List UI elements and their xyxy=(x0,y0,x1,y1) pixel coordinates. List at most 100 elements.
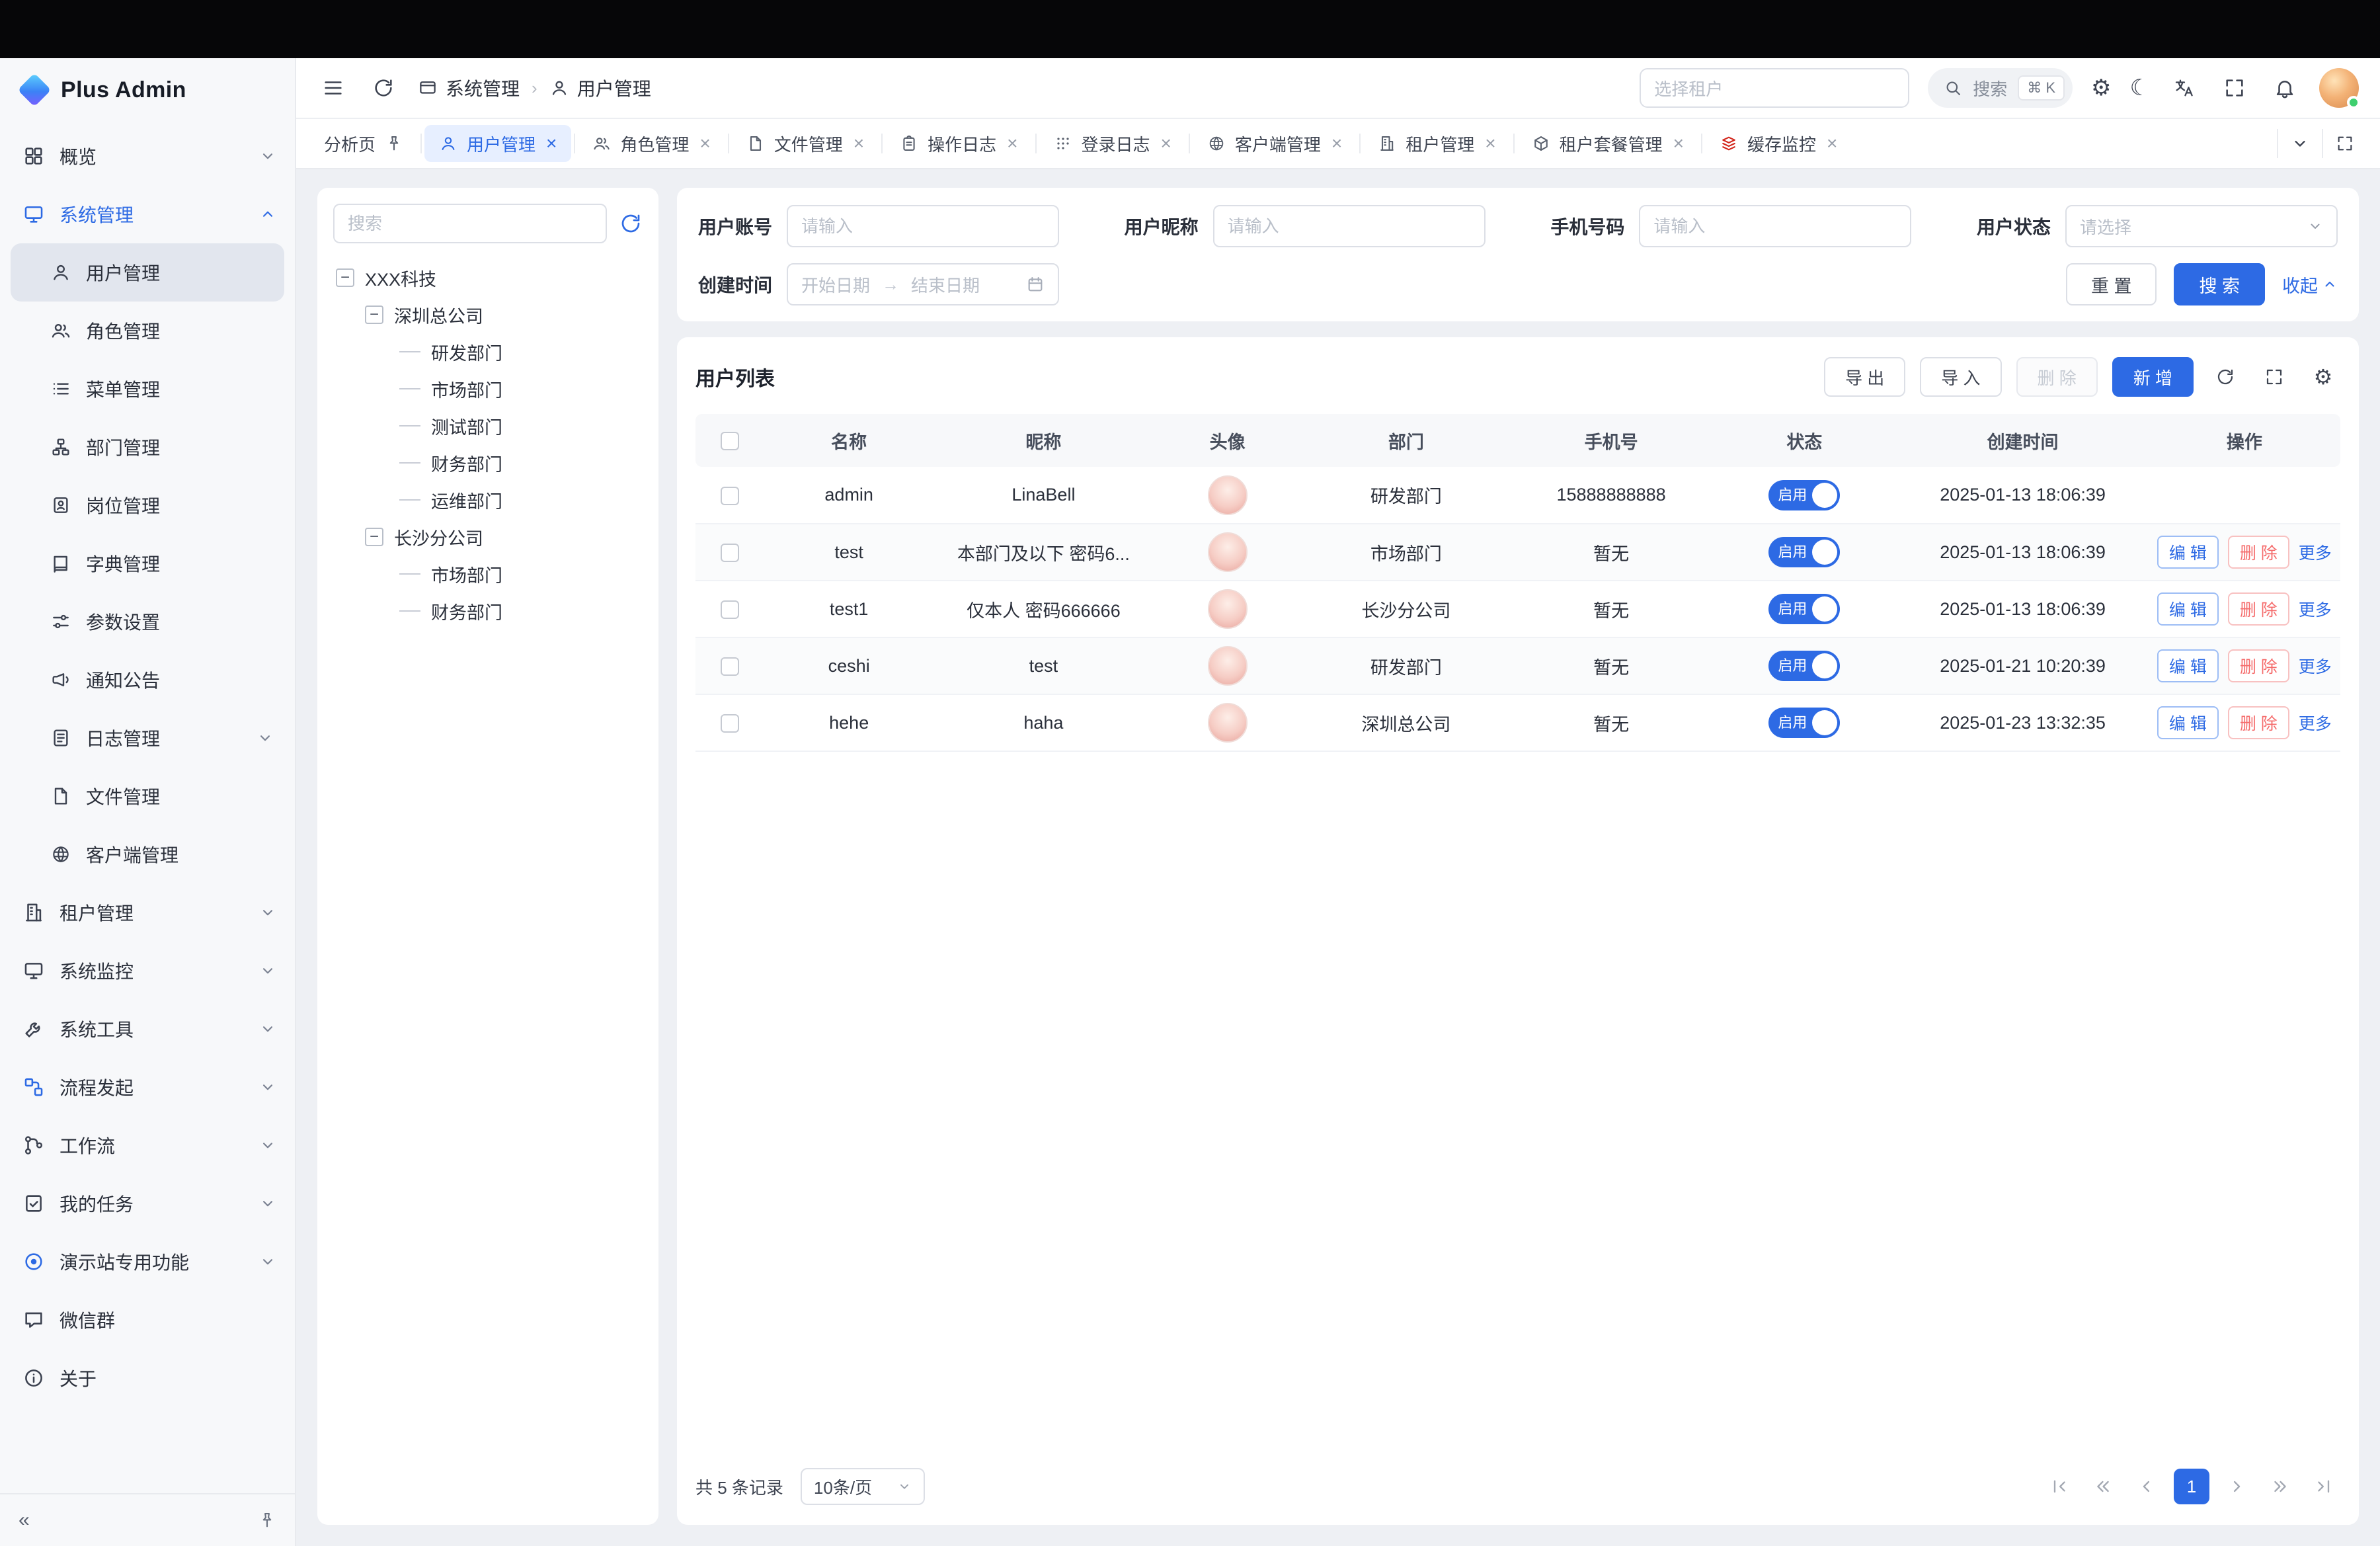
sidebar-item-system-monitor[interactable]: 系统监控 xyxy=(0,942,295,1000)
close-icon[interactable]: × xyxy=(699,133,710,154)
more-link[interactable]: 更多 xyxy=(2299,597,2332,621)
sidebar-item-post-management[interactable]: 岗位管理 xyxy=(11,476,284,534)
sidebar-item-about[interactable]: 关于 xyxy=(0,1349,295,1407)
sidebar-item-role-management[interactable]: 角色管理 xyxy=(11,302,284,360)
sidebar-item-overview[interactable]: 概览 xyxy=(0,127,295,185)
sidebar-item-process-initiation[interactable]: 流程发起 xyxy=(0,1058,295,1116)
pin-icon[interactable] xyxy=(258,1511,276,1529)
delete-row-button[interactable]: 删 除 xyxy=(2228,592,2289,626)
tree-node-leaf[interactable]: 财务部门 xyxy=(333,444,643,481)
tab-tenant-package-management[interactable]: 租户套餐管理 × xyxy=(1517,125,1698,162)
tab-file-management[interactable]: 文件管理 × xyxy=(732,125,879,162)
tab-role-management[interactable]: 角色管理 × xyxy=(578,125,725,162)
tree-node-branch[interactable]: − 深圳总公司 xyxy=(333,296,643,333)
close-icon[interactable]: × xyxy=(546,133,557,154)
more-link[interactable]: 更多 xyxy=(2299,711,2332,735)
delete-button[interactable]: 删 除 xyxy=(2016,357,2098,397)
sidebar-item-client-management[interactable]: 客户端管理 xyxy=(11,825,284,883)
tab-tenant-management[interactable]: 租户管理 × xyxy=(1363,125,1510,162)
sidebar-collapse-icon[interactable]: « xyxy=(19,1509,30,1531)
page-size-select[interactable]: 10条/页 xyxy=(801,1468,925,1505)
sidebar-item-file-management[interactable]: 文件管理 xyxy=(11,767,284,825)
close-icon[interactable]: × xyxy=(1007,133,1017,154)
tree-node-leaf[interactable]: 研发部门 xyxy=(333,333,643,370)
status-toggle[interactable]: 启用 xyxy=(1768,537,1840,567)
status-toggle[interactable]: 启用 xyxy=(1768,708,1840,738)
tenant-select[interactable]: 选择租户 xyxy=(1640,68,1909,108)
search-button[interactable]: 搜 索 xyxy=(2174,263,2265,305)
row-checkbox[interactable] xyxy=(721,544,739,562)
row-checkbox[interactable] xyxy=(721,600,739,619)
sidebar-item-param-settings[interactable]: 参数设置 xyxy=(11,592,284,651)
export-button[interactable]: 导 出 xyxy=(1824,357,1905,397)
close-icon[interactable]: × xyxy=(1827,133,1837,154)
status-toggle[interactable]: 启用 xyxy=(1768,651,1840,681)
first-page-button[interactable] xyxy=(2043,1470,2076,1503)
prev-10-pages-button[interactable] xyxy=(2086,1470,2120,1503)
status-select[interactable]: 请选择 xyxy=(2065,205,2338,247)
fullscreen-button[interactable] xyxy=(2219,72,2250,104)
tree-node-root[interactable]: − XXX科技 xyxy=(333,259,643,296)
status-toggle[interactable]: 启用 xyxy=(1768,594,1840,624)
tree-node-leaf[interactable]: 市场部门 xyxy=(333,370,643,407)
edit-button[interactable]: 编 辑 xyxy=(2157,536,2219,569)
collapse-filters-link[interactable]: 收起 xyxy=(2282,272,2338,298)
delete-row-button[interactable]: 删 除 xyxy=(2228,536,2289,569)
sidebar-item-demo-features[interactable]: 演示站专用功能 xyxy=(0,1233,295,1291)
tree-refresh-icon[interactable] xyxy=(619,212,643,235)
sidebar-item-dict-management[interactable]: 字典管理 xyxy=(11,534,284,592)
row-checkbox[interactable] xyxy=(721,714,739,733)
notifications-button[interactable] xyxy=(2269,72,2301,104)
tree-collapse-toggle[interactable]: − xyxy=(336,268,354,287)
tab-user-management[interactable]: 用户管理 × xyxy=(424,125,571,162)
select-all-checkbox[interactable] xyxy=(721,432,739,450)
next-page-button[interactable] xyxy=(2220,1470,2253,1503)
sidebar-item-log-management[interactable]: 日志管理 xyxy=(11,709,284,767)
account-input[interactable] xyxy=(787,205,1059,247)
tree-node-leaf[interactable]: 市场部门 xyxy=(333,555,643,592)
close-icon[interactable]: × xyxy=(853,133,864,154)
tab-cache-monitor[interactable]: 缓存监控 × xyxy=(1705,125,1852,162)
edit-button[interactable]: 编 辑 xyxy=(2157,649,2219,682)
close-icon[interactable]: × xyxy=(1331,133,1342,154)
sidebar-item-user-management[interactable]: 用户管理 xyxy=(11,243,284,302)
sidebar-item-my-tasks[interactable]: 我的任务 xyxy=(0,1174,295,1233)
row-check box[interactable] xyxy=(721,657,739,676)
language-button[interactable] xyxy=(2168,72,2200,104)
tab-list-dropdown-button[interactable] xyxy=(2277,129,2322,158)
sidebar-item-tenant-management[interactable]: 租户管理 xyxy=(0,883,295,942)
tree-search-input[interactable] xyxy=(333,204,607,243)
content-fullscreen-button[interactable] xyxy=(2322,129,2367,158)
delete-row-button[interactable]: 删 除 xyxy=(2228,706,2289,739)
close-icon[interactable]: × xyxy=(1161,133,1171,154)
reset-button[interactable]: 重 置 xyxy=(2066,263,2157,305)
sidebar-item-menu-management[interactable]: 菜单管理 xyxy=(11,360,284,418)
column-settings-button[interactable]: ⚙ xyxy=(2306,360,2340,394)
import-button[interactable]: 导 入 xyxy=(1920,357,2001,397)
edit-button[interactable]: 编 辑 xyxy=(2157,706,2219,739)
sidebar-item-department-management[interactable]: 部门管理 xyxy=(11,418,284,476)
last-page-button[interactable] xyxy=(2307,1470,2340,1503)
tab-login-log[interactable]: 登录日志 × xyxy=(1039,125,1186,162)
more-link[interactable]: 更多 xyxy=(2299,654,2332,678)
tree-node-leaf[interactable]: 财务部门 xyxy=(333,592,643,630)
row-checkbox[interactable] xyxy=(721,487,739,505)
next-10-pages-button[interactable] xyxy=(2264,1470,2297,1503)
settings-button[interactable]: ⚙ xyxy=(2091,77,2111,99)
tab-operation-log[interactable]: 操作日志 × xyxy=(885,125,1032,162)
close-icon[interactable]: × xyxy=(1673,133,1684,154)
sidebar-item-system-management[interactable]: 系统管理 xyxy=(0,185,295,243)
delete-row-button[interactable]: 删 除 xyxy=(2228,649,2289,682)
close-icon[interactable]: × xyxy=(1485,133,1495,154)
status-toggle[interactable]: 启用 xyxy=(1768,480,1840,510)
table-refresh-button[interactable] xyxy=(2208,360,2242,394)
date-range-picker[interactable]: 开始日期 → 结束日期 xyxy=(787,263,1059,305)
add-button[interactable]: 新 增 xyxy=(2112,357,2194,397)
global-search[interactable]: 搜索 ⌘ K xyxy=(1928,68,2073,108)
table-fullscreen-button[interactable] xyxy=(2257,360,2291,394)
sidebar-item-notice[interactable]: 通知公告 xyxy=(11,651,284,709)
sidebar-item-wechat-group[interactable]: 微信群 xyxy=(0,1291,295,1349)
tab-client-management[interactable]: 客户端管理 × xyxy=(1193,125,1357,162)
tree-node-leaf[interactable]: 测试部门 xyxy=(333,407,643,444)
hamburger-menu-button[interactable] xyxy=(317,72,349,104)
